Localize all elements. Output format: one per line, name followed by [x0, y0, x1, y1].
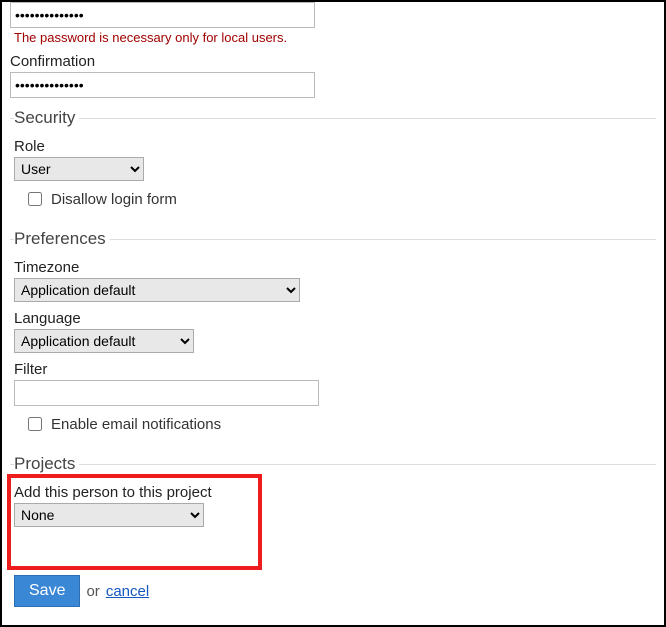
form-actions: Save or cancel: [10, 575, 656, 607]
filter-label: Filter: [14, 361, 652, 378]
disallow-login-checkbox[interactable]: [28, 192, 42, 206]
filter-input[interactable]: [14, 380, 319, 406]
email-notifications-checkbox[interactable]: [28, 417, 42, 431]
cancel-link[interactable]: cancel: [106, 583, 149, 600]
language-label: Language: [14, 310, 652, 327]
save-button[interactable]: Save: [14, 575, 80, 607]
role-select[interactable]: User: [14, 157, 144, 181]
projects-legend: Projects: [14, 454, 79, 474]
project-select[interactable]: None: [14, 503, 204, 527]
projects-section: Projects Add this person to this project…: [10, 454, 656, 549]
add-project-label: Add this person to this project: [14, 484, 652, 501]
email-notifications-label: Enable email notifications: [51, 416, 221, 433]
language-select[interactable]: Application default: [14, 329, 194, 353]
password-field[interactable]: [10, 2, 315, 28]
preferences-legend: Preferences: [14, 229, 110, 249]
confirmation-field[interactable]: [10, 72, 315, 98]
preferences-section: Preferences Timezone Application default…: [10, 229, 656, 444]
disallow-login-label: Disallow login form: [51, 191, 177, 208]
timezone-select[interactable]: Application default: [14, 278, 300, 302]
password-hint: The password is necessary only for local…: [10, 30, 656, 45]
or-text: or: [86, 583, 99, 600]
timezone-label: Timezone: [14, 259, 652, 276]
security-legend: Security: [14, 108, 79, 128]
confirmation-label: Confirmation: [10, 53, 656, 70]
security-section: Security Role User Disallow login form: [10, 108, 656, 219]
role-label: Role: [14, 138, 652, 155]
